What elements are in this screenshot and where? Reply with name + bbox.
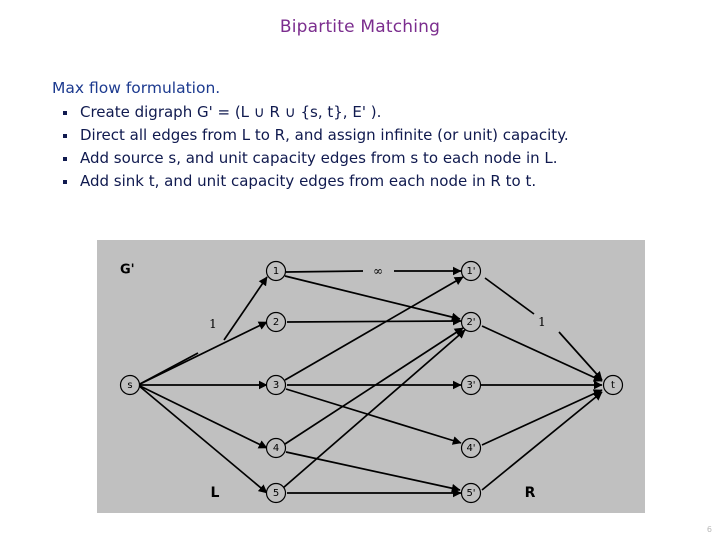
left-set-label: L: [211, 485, 220, 501]
bullet-text: Add source s, and unit capacity edges fr…: [80, 149, 558, 167]
edge-s-2: [137, 321, 268, 386]
edge-4prime-t: [481, 389, 603, 446]
graph-svg: G' s t 1 2 3 4 5 1' 2' 3' 4' 5' 1 ∞ 1 L …: [119, 260, 624, 504]
node-left-1[interactable]: 1: [265, 260, 287, 282]
node-s[interactable]: s: [119, 374, 141, 396]
lead-text: Max flow formulation.: [52, 79, 221, 97]
graph-name-label: G': [120, 263, 135, 278]
bullet-square-icon: [63, 180, 67, 184]
edge-1-1prime-segment-a: [285, 270, 364, 273]
edge-3-1prime: [284, 276, 464, 381]
page-title: Bipartite Matching: [279, 17, 441, 37]
node-left-5[interactable]: 5: [265, 482, 287, 504]
node-right-4prime[interactable]: 4': [460, 437, 482, 459]
capacity-label-source: 1: [209, 317, 217, 331]
bullet-text: Create digraph G' = (L ∪ R ∪ {s, t}, E' …: [80, 103, 382, 121]
node-label: 3: [273, 380, 279, 391]
bipartite-graph-diagram: G' s t 1 2 3 4 5 1' 2' 3' 4' 5' 1 ∞ 1 L …: [97, 240, 645, 513]
capacity-label-sink: 1: [538, 315, 546, 329]
node-label: 3': [466, 380, 475, 391]
slide-canvas: Bipartite Matching Max flow formulation.…: [0, 0, 720, 540]
bullet-square-icon: [63, 157, 67, 161]
capacity-label-middle: ∞: [373, 264, 383, 278]
body-content: Max flow formulation. Create digraph G' …: [52, 78, 692, 193]
edge-4-2prime: [284, 327, 464, 445]
node-label: 1': [466, 266, 475, 277]
list-item: Add source s, and unit capacity edges fr…: [52, 147, 692, 170]
node-right-5prime[interactable]: 5': [460, 482, 482, 504]
list-item: Create digraph G' = (L ∪ R ∪ {s, t}, E' …: [52, 101, 692, 124]
node-left-4[interactable]: 4: [265, 437, 287, 459]
list-item: Add sink t, and unit capacity edges from…: [52, 170, 692, 193]
node-label: 2: [273, 317, 279, 328]
edge-5-2prime: [282, 329, 466, 489]
bullet-text: Add sink t, and unit capacity edges from…: [80, 172, 537, 190]
node-s-label: s: [127, 380, 132, 391]
edge-2-2prime: [286, 316, 462, 326]
bullet-square-icon: [63, 111, 67, 115]
bullet-text: Direct all edges from L to R, and assign…: [80, 126, 569, 144]
edge-s-1-segment-b: [223, 276, 268, 341]
node-right-2prime[interactable]: 2': [460, 311, 482, 333]
edge-5prime-t: [481, 391, 603, 491]
node-right-3prime[interactable]: 3': [460, 374, 482, 396]
right-set-label: R: [525, 485, 536, 501]
edge-4-5prime: [285, 451, 461, 493]
edge-1prime-t-segment-a: [484, 277, 535, 315]
node-label: 5: [273, 488, 279, 499]
list-item: Direct all edges from L to R, and assign…: [52, 124, 692, 147]
page-number: 6: [706, 525, 712, 534]
node-label: 4: [273, 443, 279, 454]
node-left-2[interactable]: 2: [265, 311, 287, 333]
node-left-3[interactable]: 3: [265, 374, 287, 396]
bullet-list: Create digraph G' = (L ∪ R ∪ {s, t}, E' …: [52, 101, 692, 193]
edge-3-4prime: [285, 388, 462, 445]
node-t-label: t: [611, 380, 615, 391]
edge-2prime-t: [481, 325, 603, 382]
bullet-square-icon: [63, 134, 67, 138]
node-label: 4': [466, 443, 475, 454]
node-label: 5': [466, 488, 475, 499]
node-label: 2': [466, 317, 475, 328]
node-label: 1: [273, 266, 279, 277]
node-t[interactable]: t: [602, 374, 624, 396]
node-right-1prime[interactable]: 1': [460, 260, 482, 282]
edge-1-2prime: [284, 275, 461, 322]
edge-1prime-t-segment-b: [558, 331, 603, 381]
